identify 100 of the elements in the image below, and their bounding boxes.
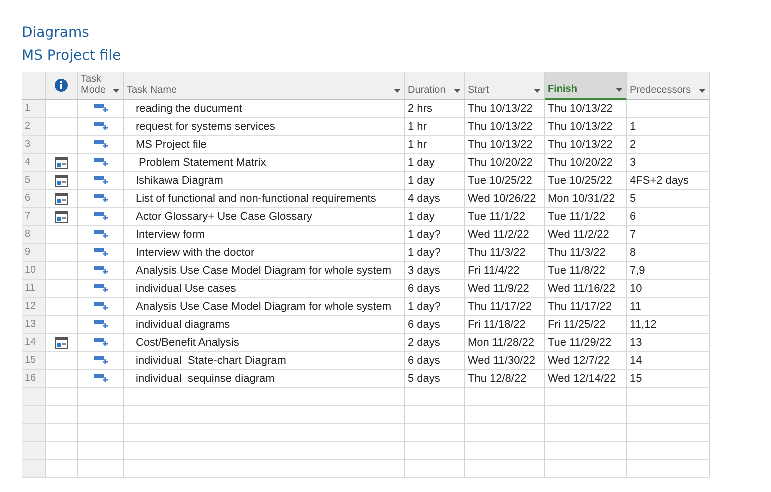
task-mode-icon [94, 248, 108, 257]
row-number: 10 [22, 262, 46, 280]
task-mode-icon [94, 374, 108, 383]
row-header-cell [22, 388, 46, 406]
predecessors-cell: 8 [627, 244, 710, 262]
row-number: 3 [22, 136, 46, 154]
task-mode-icon [94, 104, 108, 113]
task-name-cell: Cost/Benefit Analysis [124, 334, 405, 352]
column-header[interactable]: Predecessors [627, 72, 710, 100]
row-header-cell [22, 460, 46, 478]
column-header[interactable]: Task Mode [78, 72, 124, 100]
row-number: 4 [22, 154, 46, 172]
empty-cell [405, 388, 465, 406]
start-cell: Wed 11/9/22 [465, 280, 545, 298]
task-mode-icon [94, 302, 108, 311]
page-heading: Diagrams [22, 24, 90, 43]
predecessors-cell: 4FS+2 days [627, 172, 710, 190]
dropdown-arrow-icon[interactable] [394, 89, 401, 93]
duration-cell: 1 day? [405, 244, 465, 262]
dropdown-arrow-icon[interactable] [699, 89, 706, 93]
task-name-cell: individual Use cases [124, 280, 405, 298]
finish-cell: Thu 10/13/22 [545, 136, 627, 154]
column-header[interactable]: Task Name [124, 72, 405, 100]
dropdown-arrow-icon[interactable] [113, 89, 120, 93]
task-name-cell: Interview with the doctor [124, 244, 405, 262]
row-number: 9 [22, 244, 46, 262]
column-header[interactable]: Finish [545, 72, 627, 100]
predecessors-cell: 5 [627, 190, 710, 208]
duration-cell: 1 hr [405, 136, 465, 154]
task-mode-icon [94, 140, 108, 149]
row-number: 16 [22, 370, 46, 388]
empty-cell [78, 460, 124, 478]
task-name-cell: Ishikawa Diagram [124, 172, 405, 190]
start-cell: Mon 11/28/22 [465, 334, 545, 352]
row-number: 15 [22, 352, 46, 370]
row-number: 2 [22, 118, 46, 136]
row-number: 11 [22, 280, 46, 298]
empty-cell [405, 406, 465, 424]
start-cell: Wed 10/26/22 [465, 190, 545, 208]
row-number: 6 [22, 190, 46, 208]
finish-cell: Wed 12/7/22 [545, 352, 627, 370]
predecessors-cell: 7,9 [627, 262, 710, 280]
duration-cell: 1 hr [405, 118, 465, 136]
task-name-cell: Actor Glossary+ Use Case Glossary [124, 208, 405, 226]
start-cell: Tue 10/25/22 [465, 172, 545, 190]
page-subheading: MS Project file [22, 47, 122, 66]
duration-cell: 2 hrs [405, 100, 465, 118]
duration-cell: 1 day? [405, 298, 465, 316]
task-name-cell: Analysis Use Case Model Diagram for whole system [124, 262, 405, 280]
task-mode-icon [94, 356, 108, 365]
predecessors-cell: 11,12 [627, 316, 710, 334]
empty-cell [405, 442, 465, 460]
finish-cell: Mon 10/31/22 [545, 190, 627, 208]
task-name-cell: MS Project file [124, 136, 405, 154]
dropdown-arrow-icon[interactable] [616, 88, 623, 92]
empty-cell [405, 460, 465, 478]
start-cell: Fri 11/4/22 [465, 262, 545, 280]
row-header-cell [22, 424, 46, 442]
task-name-cell: Analysis Use Case Model Diagram for whole system [124, 298, 405, 316]
row-number: 1 [22, 100, 46, 118]
duration-cell: 1 day [405, 208, 465, 226]
finish-cell: Wed 11/2/22 [545, 226, 627, 244]
task-mode-icon [94, 338, 108, 347]
dropdown-arrow-icon[interactable] [454, 89, 461, 93]
task-mode-icon [94, 158, 108, 167]
duration-cell: 1 day [405, 154, 465, 172]
task-mode-icon [94, 284, 108, 293]
duration-cell: 2 days [405, 334, 465, 352]
finish-cell: Tue 11/1/22 [545, 208, 627, 226]
predecessors-cell: 6 [627, 208, 710, 226]
task-name-cell: individual diagrams [124, 316, 405, 334]
column-header[interactable]: Duration [405, 72, 465, 100]
task-name-cell: reading the ducument [124, 100, 405, 118]
row-number: 13 [22, 316, 46, 334]
finish-cell: Wed 12/14/22 [545, 370, 627, 388]
duration-cell: 4 days [405, 190, 465, 208]
task-name-cell: List of functional and non-functional requirements [124, 190, 405, 208]
start-cell: Thu 10/13/22 [465, 136, 545, 154]
finish-cell: Thu 11/17/22 [545, 298, 627, 316]
finish-cell: Thu 10/20/22 [545, 154, 627, 172]
finish-cell: Wed 11/16/22 [545, 280, 627, 298]
row-number: 5 [22, 172, 46, 190]
predecessors-cell: 2 [627, 136, 710, 154]
empty-cell [78, 406, 124, 424]
start-cell: Wed 11/30/22 [465, 352, 545, 370]
empty-cell [405, 424, 465, 442]
start-cell: Fri 11/18/22 [465, 316, 545, 334]
duration-cell: 1 day [405, 172, 465, 190]
duration-cell: 6 days [405, 316, 465, 334]
duration-cell: 1 day? [405, 226, 465, 244]
task-mode-icon [94, 320, 108, 329]
row-number: 8 [22, 226, 46, 244]
row-number: 14 [22, 334, 46, 352]
row-header-cell [22, 406, 46, 424]
info-column-header[interactable] [46, 72, 78, 100]
predecessors-cell: 13 [627, 334, 710, 352]
empty-cell [78, 442, 124, 460]
task-mode-icon [94, 266, 108, 275]
duration-cell: 6 days [405, 352, 465, 370]
dropdown-arrow-icon[interactable] [534, 89, 541, 93]
